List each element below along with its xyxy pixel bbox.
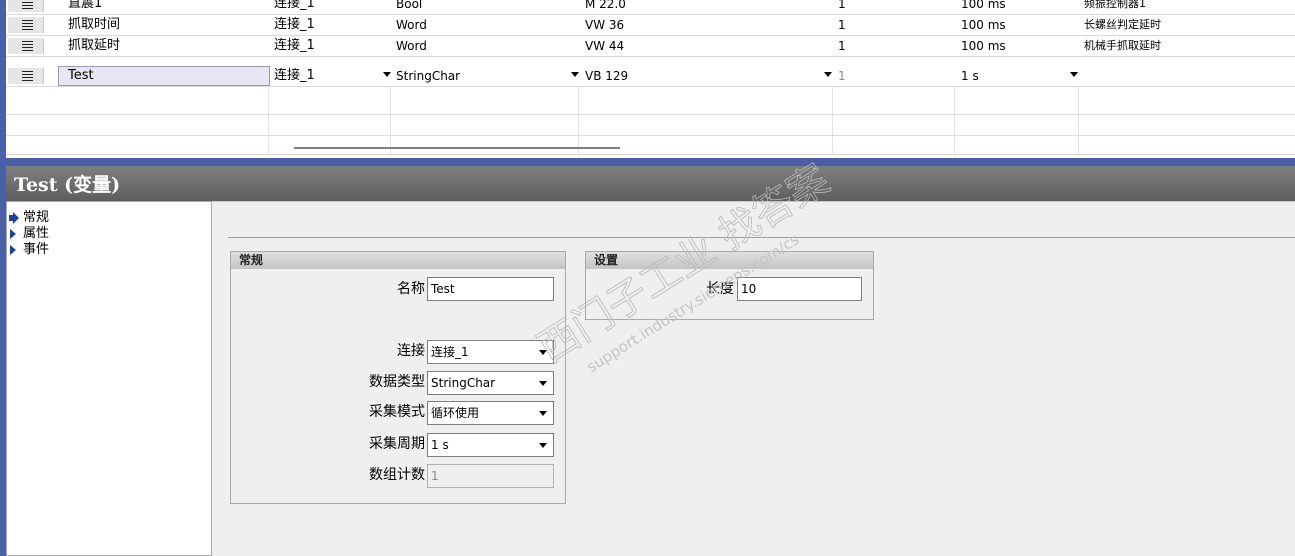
datatype-select[interactable]: StringChar <box>427 371 554 395</box>
datatype-cell[interactable]: Word <box>396 36 581 56</box>
arrow-right-icon <box>9 212 19 224</box>
row-handle-icon[interactable] <box>8 68 44 84</box>
length-label: 长度 <box>706 281 734 297</box>
chevron-down-icon[interactable] <box>534 372 553 394</box>
comment-cell[interactable]: 机械手抓取延时 <box>1084 36 1294 56</box>
chevron-down-icon[interactable] <box>382 70 391 79</box>
properties-title: Test (变量) <box>14 174 121 196</box>
triangle-right-icon <box>10 229 16 239</box>
chevron-down-icon[interactable] <box>570 70 579 79</box>
group-header: 设置 <box>586 252 873 269</box>
name-cell[interactable]: 抓取延时 <box>68 36 268 56</box>
cycle-cell[interactable]: 100 ms <box>961 36 1081 56</box>
group-title: 常规 <box>239 253 264 267</box>
triangle-right-icon <box>10 245 16 255</box>
address-cell[interactable]: M 22.0 <box>585 0 837 14</box>
column-divider <box>268 87 269 155</box>
datatype-cell[interactable]: Bool <box>396 0 581 14</box>
column-divider <box>1078 87 1079 155</box>
row-handle-icon[interactable] <box>8 0 44 12</box>
nav-item-label: 事件 <box>23 242 50 257</box>
acqcycle-label: 采集周期 <box>369 436 425 452</box>
connection-select[interactable]: 连接_1 <box>427 340 554 364</box>
connection-cell[interactable]: 连接_1 <box>274 0 394 14</box>
cycle-cell[interactable]: 100 ms <box>961 15 1081 35</box>
name-cell[interactable]: 抓取时间 <box>68 15 268 35</box>
address-cell[interactable]: VW 36 <box>585 15 837 35</box>
datatype-cell[interactable]: Word <box>396 15 581 35</box>
name-cell[interactable]: 直震1 <box>68 0 268 14</box>
chevron-down-icon[interactable] <box>534 434 553 456</box>
name-label: 名称 <box>397 281 425 297</box>
datatype-label: 数据类型 <box>369 374 425 390</box>
connection-cell[interactable]: 连接_1 <box>274 36 394 56</box>
name-cell[interactable]: Test <box>68 66 268 86</box>
general-group: 常规 名称 Test 连接 连接_1 数据类型 StringChar 采集模式 … <box>230 251 566 504</box>
acqmode-label: 采集模式 <box>369 404 425 420</box>
connection-cell[interactable]: 连接_1 <box>274 15 394 35</box>
horizontal-scrollbar[interactable] <box>294 147 620 149</box>
column-divider <box>832 87 833 155</box>
nav-item-label: 常规 <box>23 210 50 225</box>
nav-item-label: 属性 <box>23 226 50 241</box>
property-nav: 常规 属性 事件 <box>6 201 212 556</box>
connection-cell[interactable]: 连接_1 <box>274 66 394 86</box>
nav-item-properties[interactable]: 属性 <box>10 226 50 242</box>
property-content: 常规 名称 Test 连接 连接_1 数据类型 StringChar 采集模式 … <box>212 201 1295 556</box>
datatype-cell[interactable]: StringChar <box>396 66 581 86</box>
comment-cell[interactable]: 频振控制器1 <box>1084 0 1294 14</box>
row-divider <box>6 114 1295 115</box>
group-title: 设置 <box>594 253 619 267</box>
chevron-down-icon[interactable] <box>823 70 832 79</box>
nav-item-general[interactable]: 常规 <box>9 210 50 226</box>
settings-group: 设置 长度 10 <box>585 251 874 320</box>
chevron-down-icon[interactable] <box>534 402 553 424</box>
nav-item-events[interactable]: 事件 <box>10 242 50 258</box>
connection-value: 连接_1 <box>431 345 469 359</box>
address-cell[interactable]: VB 129 <box>585 66 837 86</box>
comment-cell[interactable]: 长螺丝判定延时 <box>1084 15 1294 35</box>
column-divider <box>954 87 955 155</box>
row-handle-icon[interactable] <box>8 38 44 54</box>
pane-splitter[interactable] <box>0 158 1295 166</box>
tag-table: 直震1 连接_1 Bool M 22.0 1 100 ms 频振控制器1 抓取时间 连接_1 Wo… <box>0 0 1295 158</box>
table-row[interactable]: 直震1 连接_1 Bool M 22.0 1 100 ms 频振控制器1 <box>6 0 1295 15</box>
arraycount-label: 数组计数 <box>369 467 425 483</box>
acqcycle-select[interactable]: 1 s <box>427 433 554 457</box>
chevron-down-icon[interactable] <box>534 341 553 363</box>
count-cell[interactable]: 1 <box>838 15 958 35</box>
row-handle-icon[interactable] <box>8 17 44 33</box>
group-header: 常规 <box>231 252 565 269</box>
connection-label: 连接 <box>397 343 425 359</box>
cycle-cell[interactable]: 100 ms <box>961 0 1081 14</box>
name-field[interactable]: Test <box>427 277 554 301</box>
comment-cell[interactable] <box>1084 66 1294 86</box>
count-cell[interactable]: 1 <box>838 0 958 14</box>
acqmode-select[interactable]: 循环使用 <box>427 401 554 425</box>
table-row[interactable]: 抓取延时 连接_1 Word VW 44 1 100 ms 机械手抓取延时 <box>6 36 1295 57</box>
count-cell[interactable]: 1 <box>838 36 958 56</box>
address-cell[interactable]: VW 44 <box>585 36 837 56</box>
count-cell[interactable]: 1 <box>838 66 958 86</box>
table-row[interactable]: Test 连接_1 StringChar VB 129 1 1 s <box>6 66 1295 87</box>
row-divider <box>6 135 1295 136</box>
properties-titlebar: Test (变量) <box>0 166 1295 201</box>
divider <box>228 237 1295 238</box>
row-divider <box>6 154 1295 155</box>
arraycount-field: 1 <box>427 464 554 488</box>
table-row[interactable]: 抓取时间 连接_1 Word VW 36 1 100 ms 长螺丝判定延时 <box>6 15 1295 36</box>
cycle-cell[interactable]: 1 s <box>961 66 1081 86</box>
column-divider <box>578 87 579 155</box>
chevron-down-icon[interactable] <box>1069 70 1078 79</box>
acqmode-value: 循环使用 <box>431 406 480 420</box>
length-field[interactable]: 10 <box>737 277 862 301</box>
datatype-value: StringChar <box>431 376 496 390</box>
acqcycle-value: 1 s <box>431 438 449 452</box>
column-divider <box>390 87 391 155</box>
